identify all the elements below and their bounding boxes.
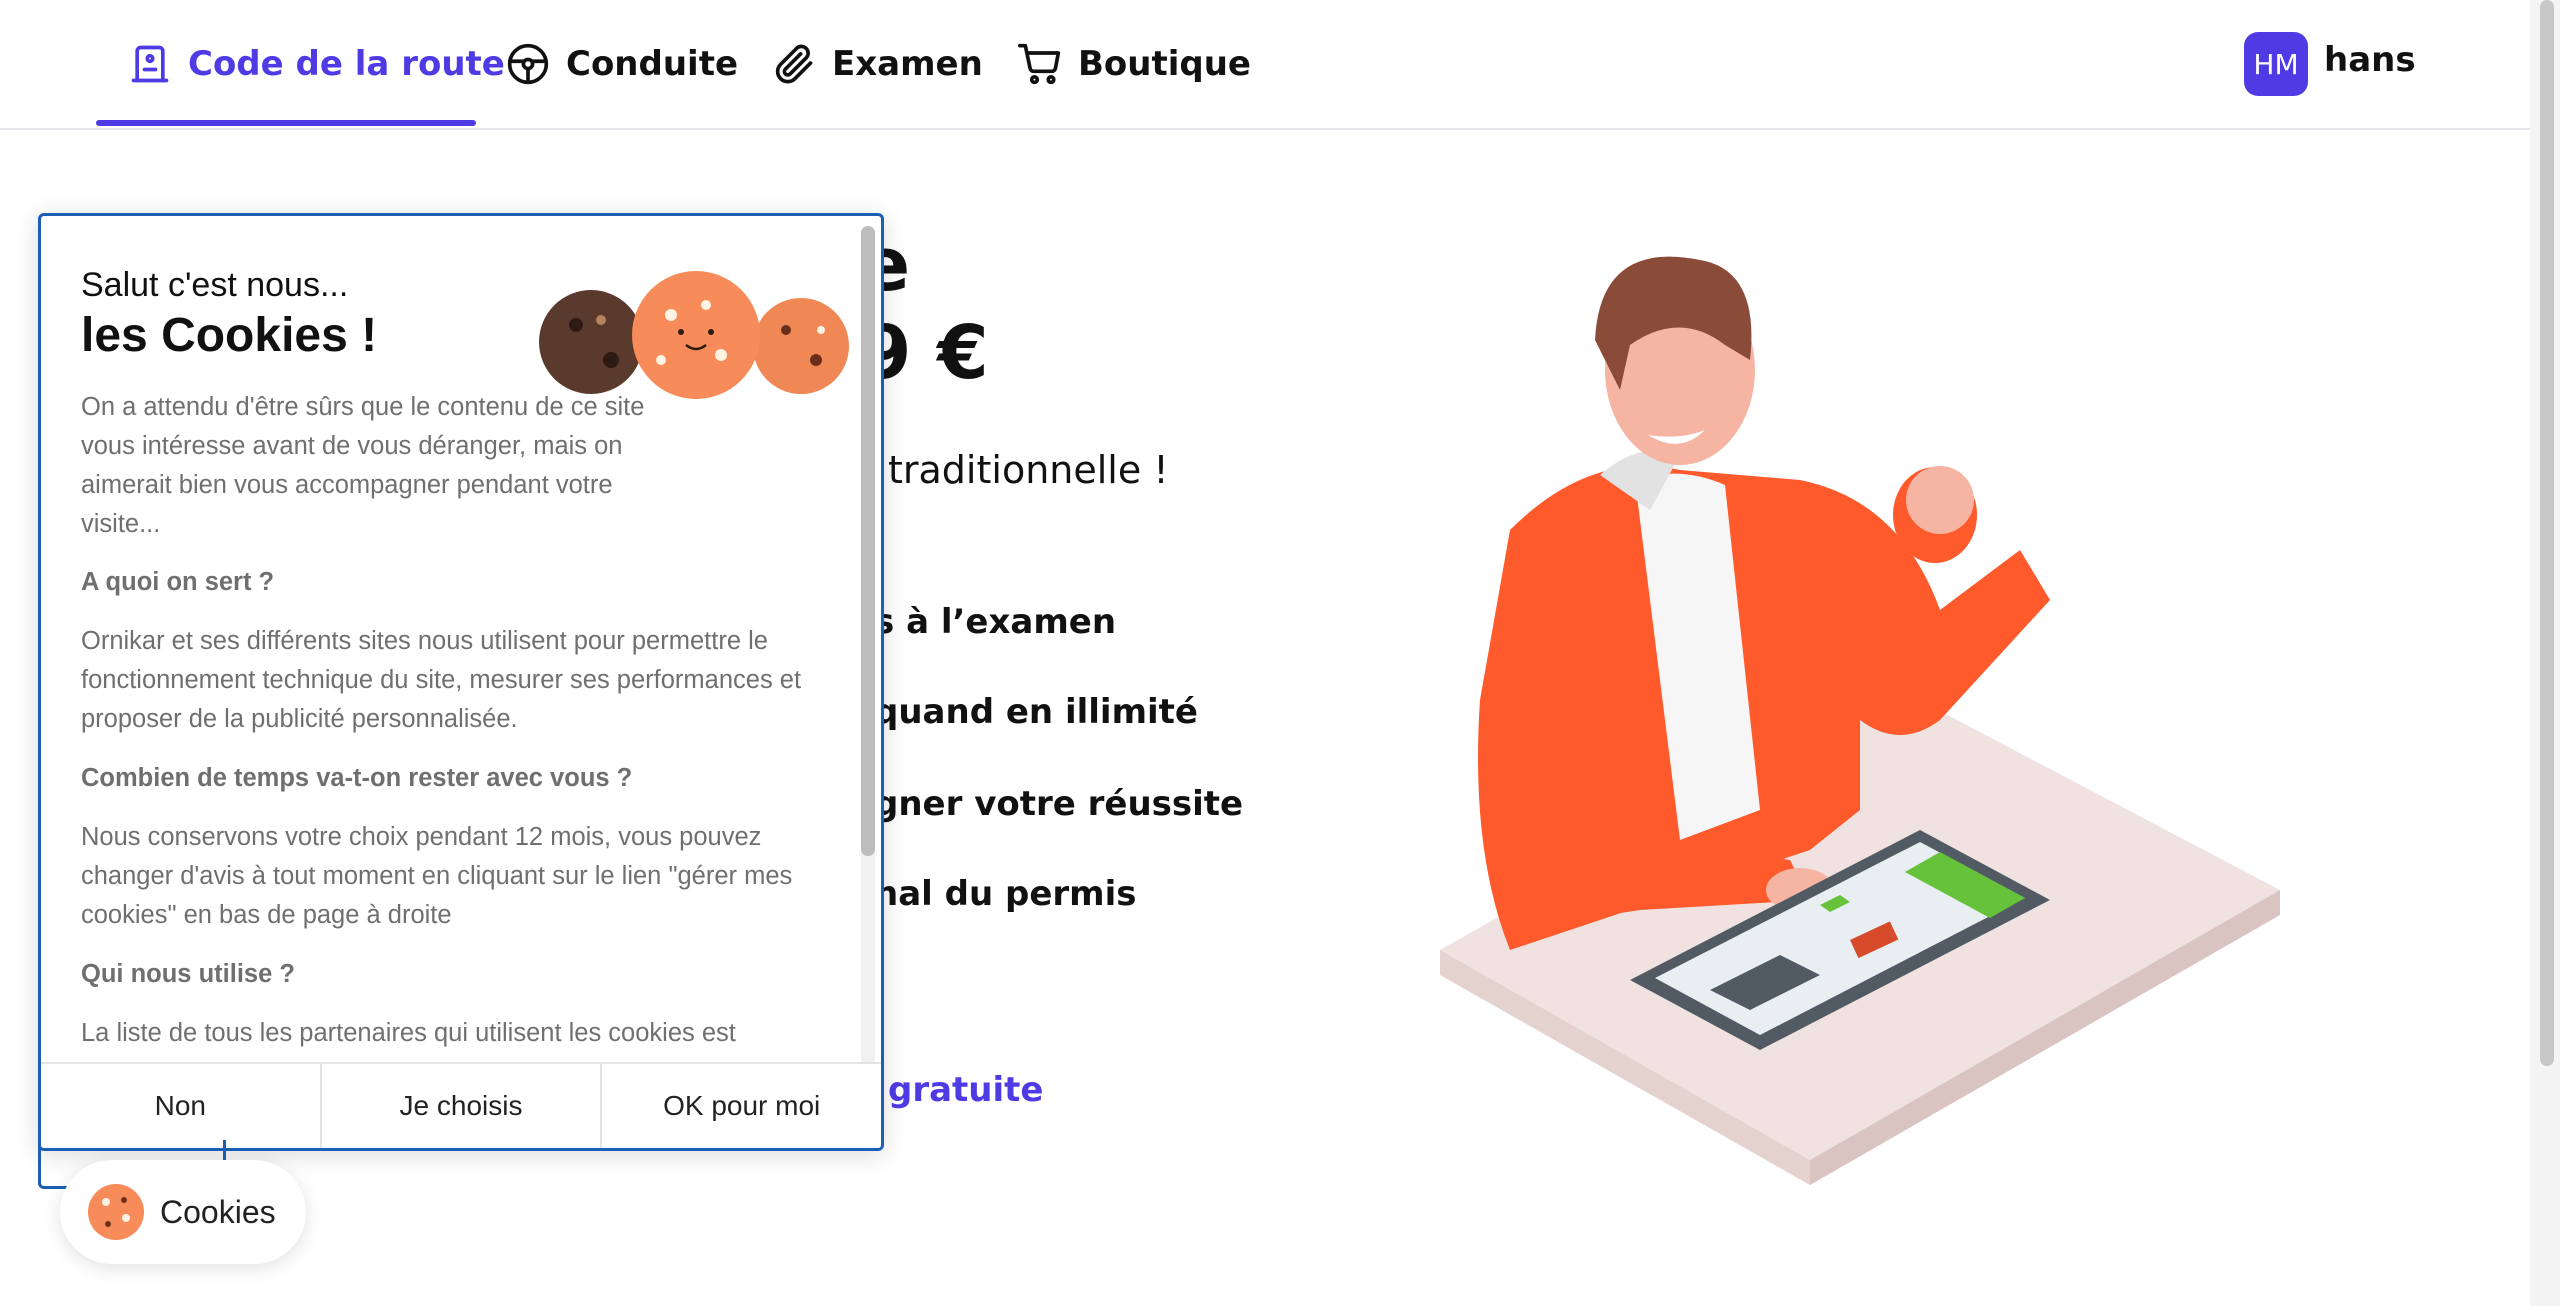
page-scrollbar-thumb[interactable] — [2540, 0, 2554, 1066]
nav-item-label: Examen — [832, 44, 983, 84]
nav-item-label: Conduite — [566, 44, 739, 84]
cookie-section-heading: A quoi on sert ? — [81, 568, 275, 596]
cookie-dialog-scrollbar-thumb[interactable] — [861, 226, 875, 856]
cookies-settings-label: Cookies — [160, 1193, 276, 1230]
cookie-section-heading: Qui nous utilise ? — [81, 960, 295, 988]
exam-board-icon — [131, 45, 169, 83]
cookie-title: les Cookies ! — [81, 309, 378, 362]
nav-item-conduite[interactable]: Conduite — [506, 34, 738, 94]
page-scrollbar[interactable] — [2530, 0, 2560, 1306]
hero-feature: nal du permis — [874, 874, 1137, 914]
accept-cookies-button[interactable]: OK pour moi — [600, 1064, 881, 1148]
cookie-greeting: Salut c'est nous... — [81, 266, 349, 304]
active-tab-indicator — [96, 120, 476, 126]
cookies-settings-button[interactable]: Cookies — [60, 1160, 306, 1264]
cookie-icon — [88, 1184, 144, 1240]
hero-subtitle: traditionnelle ! — [888, 448, 1169, 492]
customize-cookies-button[interactable]: Je choisis — [319, 1064, 601, 1148]
cookie-consent-dialog: Salut c'est nous... les Cookies ! On a a… — [38, 213, 884, 1151]
reject-cookies-button[interactable]: Non — [41, 1064, 320, 1148]
cookie-section-text: Nous conservons votre choix pendant 12 m… — [81, 823, 793, 929]
steering-wheel-icon — [507, 43, 549, 85]
cookie-dialog-scrollbar[interactable] — [861, 226, 875, 1066]
nav-item-examen[interactable]: Examen — [772, 34, 983, 94]
cookie-intro: On a attendu d'être sûrs que le contenu … — [81, 393, 645, 538]
nav-item-label: Boutique — [1078, 44, 1251, 84]
nav-item-boutique[interactable]: Boutique — [1018, 34, 1251, 94]
cookie-dialog-content[interactable]: Salut c'est nous... les Cookies ! On a a… — [41, 216, 851, 1062]
nav-item-label: Code de la route — [188, 44, 505, 84]
cookie-section-text: Ornikar et ses différents sites nous uti… — [81, 627, 802, 733]
cookie-section-heading: Combien de temps va-t-on rester avec vou… — [81, 764, 633, 792]
avatar[interactable]: HM — [2244, 32, 2308, 96]
paperclip-icon — [775, 44, 813, 84]
hero-cta-link[interactable]: gratuite — [888, 1070, 1043, 1110]
hero-feature: quand en illimité — [874, 692, 1198, 732]
nav-item-code-de-la-route[interactable]: Code de la route — [128, 34, 505, 94]
top-navigation: Code de la route Conduite Examen Boutiqu… — [0, 0, 2530, 130]
hero-feature: s à l’examen — [874, 602, 1117, 642]
cookie-section-text: La liste de tous les partenaires qui uti… — [81, 1019, 736, 1047]
hero-illustration — [1440, 256, 2280, 1185]
cart-icon — [1018, 43, 1061, 85]
user-name[interactable]: hans — [2324, 40, 2416, 80]
cookie-actions: Non Je choisis OK pour moi — [41, 1062, 881, 1148]
hero-feature: gner votre réussite — [874, 784, 1244, 824]
